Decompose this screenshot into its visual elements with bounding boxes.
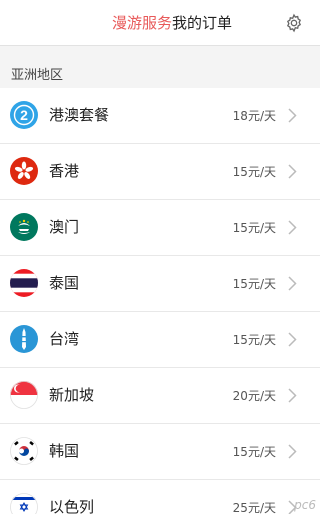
package-name: 澳门 (49, 218, 80, 236)
taiwan-icon (10, 325, 38, 353)
package-price: 15元/天 (232, 221, 276, 235)
package-name: 港澳套餐 (49, 106, 110, 124)
israel-flag-icon (10, 493, 38, 514)
list-item-south-korea[interactable]: 韩国 15元/天 (0, 424, 320, 480)
list-item-macau[interactable]: 澳门 15元/天 (0, 200, 320, 256)
package-name: 韩国 (49, 442, 80, 460)
package-price: 15元/天 (232, 277, 276, 291)
list-item-hong-kong[interactable]: 香港 15元/天 (0, 144, 320, 200)
package-price: 15元/天 (232, 445, 276, 459)
tab-roaming-service[interactable]: 漫游服务 (112, 14, 172, 32)
chevron-right-icon (288, 220, 297, 235)
package-name: 泰国 (49, 274, 80, 292)
package-name: 台湾 (49, 330, 80, 348)
package-list: 2 港澳套餐 18元/天 香港 15元/天 澳门 15元/天 泰国 15元/天 … (0, 88, 320, 514)
chevron-right-icon (288, 276, 297, 291)
package-price: 18元/天 (232, 109, 276, 123)
watermark: pc6 (294, 498, 316, 512)
app-header: 漫游服务 我的订单 (0, 0, 320, 46)
list-item-israel[interactable]: 以色列 25元/天 (0, 480, 320, 514)
number-2-badge-icon: 2 (10, 101, 38, 129)
package-name: 新加坡 (49, 386, 95, 404)
list-item-thailand[interactable]: 泰国 15元/天 (0, 256, 320, 312)
list-item-hk-macau-package[interactable]: 2 港澳套餐 18元/天 (0, 88, 320, 144)
package-price: 25元/天 (232, 501, 276, 514)
gear-icon[interactable] (284, 13, 304, 33)
section-asia-region: 亚洲地区 (11, 68, 64, 83)
package-price: 15元/天 (232, 165, 276, 179)
package-price: 20元/天 (232, 389, 276, 403)
package-name: 香港 (49, 162, 80, 180)
package-name: 以色列 (49, 498, 95, 514)
list-item-taiwan[interactable]: 台湾 15元/天 (0, 312, 320, 368)
chevron-right-icon (288, 388, 297, 403)
singapore-flag-icon (10, 381, 38, 409)
macau-flag-icon (10, 213, 38, 241)
chevron-right-icon (288, 332, 297, 347)
south-korea-flag-icon (10, 437, 38, 465)
package-price: 15元/天 (232, 333, 276, 347)
hong-kong-flag-icon (10, 157, 38, 185)
svg-text:2: 2 (20, 107, 28, 123)
chevron-right-icon (288, 444, 297, 459)
list-item-singapore[interactable]: 新加坡 20元/天 (0, 368, 320, 424)
thailand-flag-icon (10, 269, 38, 297)
tab-my-orders[interactable]: 我的订单 (172, 14, 232, 32)
chevron-right-icon (288, 108, 297, 123)
chevron-right-icon (288, 164, 297, 179)
